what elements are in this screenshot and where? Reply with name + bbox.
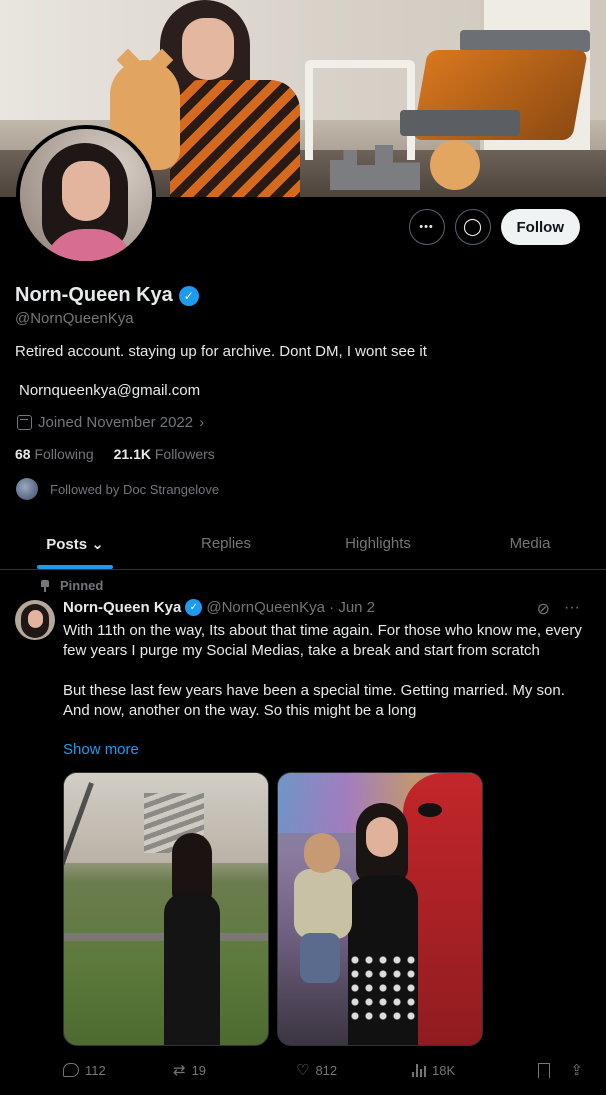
views-button[interactable]: 18K <box>412 1063 513 1078</box>
chevron-right-icon: › <box>199 414 205 431</box>
views-icon <box>412 1063 426 1077</box>
verified-badge-icon[interactable]: ✓ <box>178 285 199 306</box>
repost-button[interactable]: ⇄ 19 <box>173 1061 296 1079</box>
post-engagement-bar: 112 ⇄ 19 ♡ 812 18K ⇪ <box>63 1061 583 1079</box>
view-count: 18K <box>432 1062 456 1078</box>
follow-button[interactable]: Follow <box>500 209 580 245</box>
display-name: Norn-Queen Kya <box>15 284 173 306</box>
reply-icon <box>63 1063 79 1077</box>
banner-model-mech <box>400 20 600 180</box>
profile-handle: @NornQueenKya <box>15 310 134 327</box>
message-icon: ◯ <box>462 217 483 236</box>
reply-button[interactable]: 112 <box>63 1063 173 1078</box>
post-image-2[interactable] <box>277 772 483 1046</box>
like-button[interactable]: ♡ 812 <box>296 1061 412 1079</box>
follower-avatar <box>16 478 38 500</box>
banner-chair <box>305 60 415 160</box>
profile-tabs: Posts ⌄ Replies Highlights Media <box>0 518 606 570</box>
pinned-label: Pinned <box>40 578 103 593</box>
calendar-icon <box>17 415 32 430</box>
profile-email[interactable]: Nornqueenkya@gmail.com <box>19 382 200 399</box>
joined-date[interactable]: Joined November 2022 › <box>17 414 204 431</box>
post-author[interactable]: Norn-Queen Kya <box>63 599 181 616</box>
tab-media[interactable]: Media <box>454 518 606 569</box>
show-more-link[interactable]: Show more <box>63 741 139 758</box>
share-icon[interactable]: ⇪ <box>570 1061 583 1079</box>
post-more-icon[interactable]: ··· <box>564 599 580 619</box>
profile-actions: ••• ◯ Follow <box>408 209 580 245</box>
like-count: 812 <box>315 1062 338 1078</box>
pin-icon <box>40 579 50 592</box>
tab-replies[interactable]: Replies <box>150 518 302 569</box>
followers-stat[interactable]: 21.1K Followers <box>114 446 215 462</box>
profile-name-row: Norn-Queen Kya ✓ <box>15 284 199 307</box>
repost-count: 19 <box>191 1062 207 1078</box>
heart-icon: ♡ <box>296 1062 310 1079</box>
post-text: With 11th on the way, Its about that tim… <box>63 622 582 719</box>
bookmark-icon[interactable] <box>538 1062 551 1078</box>
message-button[interactable]: ◯ <box>454 209 491 245</box>
post-tools: ⊘ ··· <box>537 599 580 619</box>
post-avatar[interactable] <box>15 600 55 640</box>
following-stat[interactable]: 68 Following <box>15 446 94 462</box>
followed-by[interactable]: Followed by Doc Strangelove <box>16 478 219 500</box>
banner-cat-2 <box>430 140 480 190</box>
more-options-button[interactable]: ••• <box>408 209 445 245</box>
post-header: Norn-Queen Kya ✓ @NornQueenKya · Jun 2 <box>63 599 375 616</box>
joined-text: Joined November 2022 <box>38 414 194 431</box>
repost-icon: ⇄ <box>173 1062 186 1079</box>
followed-by-text: Followed by Doc Strangelove <box>50 481 220 497</box>
follow-stats: 68 Following 21.1K Followers <box>15 446 215 462</box>
post-image-1[interactable] <box>63 772 269 1046</box>
grok-icon[interactable]: ⊘ <box>537 599 550 619</box>
tab-highlights[interactable]: Highlights <box>302 518 454 569</box>
profile-bio: Retired account. staying up for archive.… <box>15 343 427 360</box>
reply-count: 112 <box>85 1062 106 1078</box>
verified-badge-icon[interactable]: ✓ <box>185 599 203 616</box>
profile-avatar[interactable] <box>16 125 156 265</box>
more-icon: ••• <box>419 221 434 233</box>
active-tab-indicator <box>37 565 113 569</box>
tab-posts[interactable]: Posts ⌄ <box>0 518 150 569</box>
post-meta[interactable]: @NornQueenKya · Jun 2 <box>206 599 375 616</box>
